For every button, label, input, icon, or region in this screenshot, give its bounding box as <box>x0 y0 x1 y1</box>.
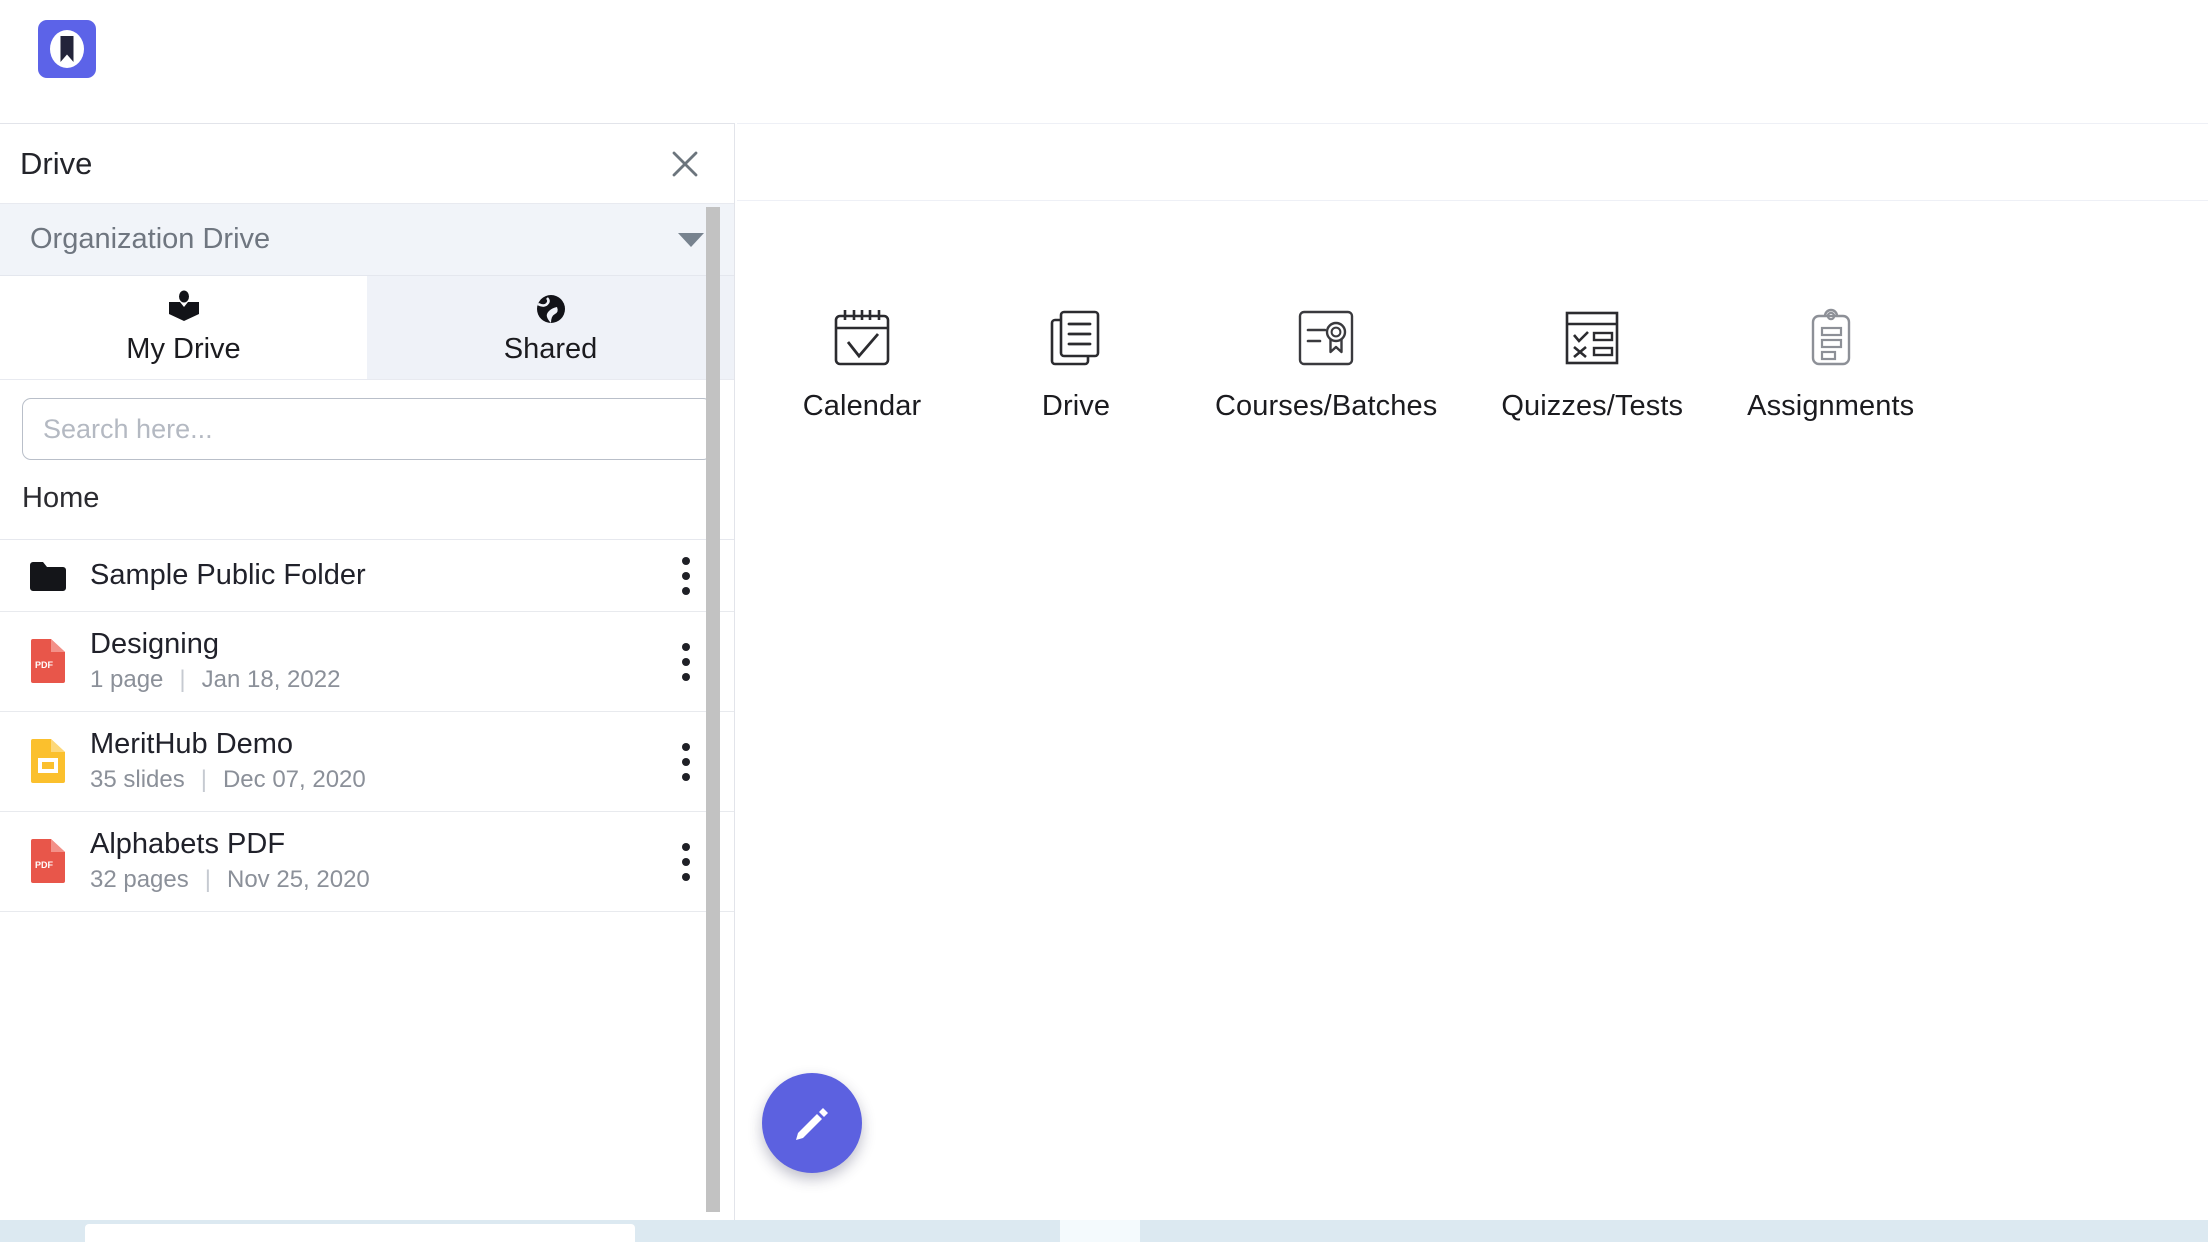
file-list: Sample Public Folder PDF Designing 1 pag <box>0 540 734 1022</box>
tab-my-drive[interactable]: My Drive <box>0 276 367 379</box>
app-shortcut-courses[interactable]: Courses/Batches <box>1215 300 1437 423</box>
file-subtitle: 1 page | Jan 18, 2022 <box>90 666 664 694</box>
drive-panel-title: Drive <box>20 145 93 181</box>
bookmark-logo-icon <box>38 20 96 78</box>
chevron-down-icon <box>678 232 704 247</box>
file-name: MeritHub Demo <box>90 727 294 760</box>
app-shortcut-assignments[interactable]: Assignments <box>1747 300 1914 423</box>
close-button[interactable] <box>662 141 708 187</box>
list-item[interactable]: PDF Designing 1 page | Jan 18, 2022 <box>0 612 734 712</box>
app-root: Calendar Drive Courses/Batches Quizzes/T… <box>0 0 2208 1242</box>
file-date: Dec 07, 2020 <box>222 766 366 794</box>
app-shortcut-label: Calendar <box>802 390 922 422</box>
list-item-meta: MeritHub Demo 35 slides | Dec 07, 2020 <box>78 727 664 795</box>
tab-shared[interactable]: Shared <box>367 276 734 379</box>
app-shortcut-row: Calendar Drive Courses/Batches Quizzes/T… <box>737 300 2208 423</box>
calendar-check-icon <box>825 300 899 378</box>
svg-text:PDF: PDF <box>35 860 54 870</box>
search-input[interactable] <box>22 398 712 460</box>
kebab-menu-icon[interactable] <box>664 742 708 781</box>
folder-icon <box>18 559 78 593</box>
clipboard-icon <box>1794 300 1868 378</box>
file-list-empty-space <box>0 912 734 1022</box>
list-item-meta: Alphabets PDF 32 pages | Nov 25, 2020 <box>78 827 664 895</box>
tab-label: My Drive <box>126 333 241 365</box>
file-name: Sample Public Folder <box>90 558 366 591</box>
slides-file-icon <box>18 738 78 786</box>
app-shortcut-drive[interactable]: Drive <box>1001 300 1151 423</box>
app-shortcut-label: Drive <box>1041 390 1111 422</box>
pencil-edit-icon <box>789 1100 835 1146</box>
list-item[interactable]: Sample Public Folder <box>0 540 734 612</box>
globe-icon <box>531 289 571 329</box>
close-icon <box>668 147 702 181</box>
separator: | <box>204 866 211 894</box>
file-subtitle: 35 slides | Dec 07, 2020 <box>90 766 664 794</box>
list-item[interactable]: MeritHub Demo 35 slides | Dec 07, 2020 <box>0 712 734 812</box>
drive-panel-header: Drive <box>0 124 734 204</box>
kebab-menu-icon[interactable] <box>664 842 708 881</box>
quiz-checkbox-icon <box>1555 300 1629 378</box>
app-shortcut-calendar[interactable]: Calendar <box>787 300 937 423</box>
breadcrumb[interactable]: Home <box>0 460 734 540</box>
file-count: 32 pages <box>90 866 189 894</box>
file-count: 35 slides <box>90 766 185 794</box>
kebab-menu-icon[interactable] <box>664 642 708 681</box>
app-shortcut-label: Assignments <box>1747 390 1915 422</box>
list-item-meta: Designing 1 page | Jan 18, 2022 <box>78 627 664 695</box>
app-shortcut-label: Quizzes/Tests <box>1501 390 1684 422</box>
list-item-meta: Sample Public Folder <box>78 558 664 592</box>
app-shortcut-label: Courses/Batches <box>1215 390 1438 422</box>
app-shortcut-quizzes[interactable]: Quizzes/Tests <box>1501 300 1683 423</box>
drive-panel: Drive Organization Drive My Drive Shared… <box>0 123 735 1228</box>
content-top-band <box>737 123 2208 201</box>
file-count: 1 page <box>90 666 164 694</box>
brand-logo[interactable] <box>38 20 96 78</box>
bottom-strip-highlight <box>1060 1220 1140 1242</box>
os-bottom-strip <box>0 1220 2208 1242</box>
main-content: Calendar Drive Courses/Batches Quizzes/T… <box>737 0 2208 1242</box>
certificate-award-icon <box>1289 300 1363 378</box>
svg-text:PDF: PDF <box>35 660 54 670</box>
kebab-menu-icon[interactable] <box>664 556 708 595</box>
search-row <box>0 380 734 460</box>
separator: | <box>179 666 186 694</box>
tab-label: Shared <box>503 333 598 365</box>
file-name: Alphabets PDF <box>90 827 286 860</box>
bottom-strip-segment <box>85 1224 635 1242</box>
file-date: Nov 25, 2020 <box>227 866 370 894</box>
pdf-file-icon: PDF <box>18 638 78 686</box>
organization-drive-value: Organization Drive <box>30 223 271 255</box>
pdf-file-icon: PDF <box>18 838 78 886</box>
create-fab-button[interactable] <box>762 1073 862 1173</box>
panel-scrollbar-thumb[interactable] <box>706 207 720 1212</box>
organization-drive-select[interactable]: Organization Drive <box>0 204 734 276</box>
drive-tabs: My Drive Shared <box>0 276 734 380</box>
documents-stack-icon <box>1039 300 1113 378</box>
file-subtitle: 32 pages | Nov 25, 2020 <box>90 866 664 894</box>
person-reading-book-icon <box>164 289 204 329</box>
file-name: Designing <box>90 627 219 660</box>
file-date: Jan 18, 2022 <box>201 666 341 694</box>
separator: | <box>200 766 207 794</box>
list-item[interactable]: PDF Alphabets PDF 32 pages | Nov 25, 202… <box>0 812 734 912</box>
